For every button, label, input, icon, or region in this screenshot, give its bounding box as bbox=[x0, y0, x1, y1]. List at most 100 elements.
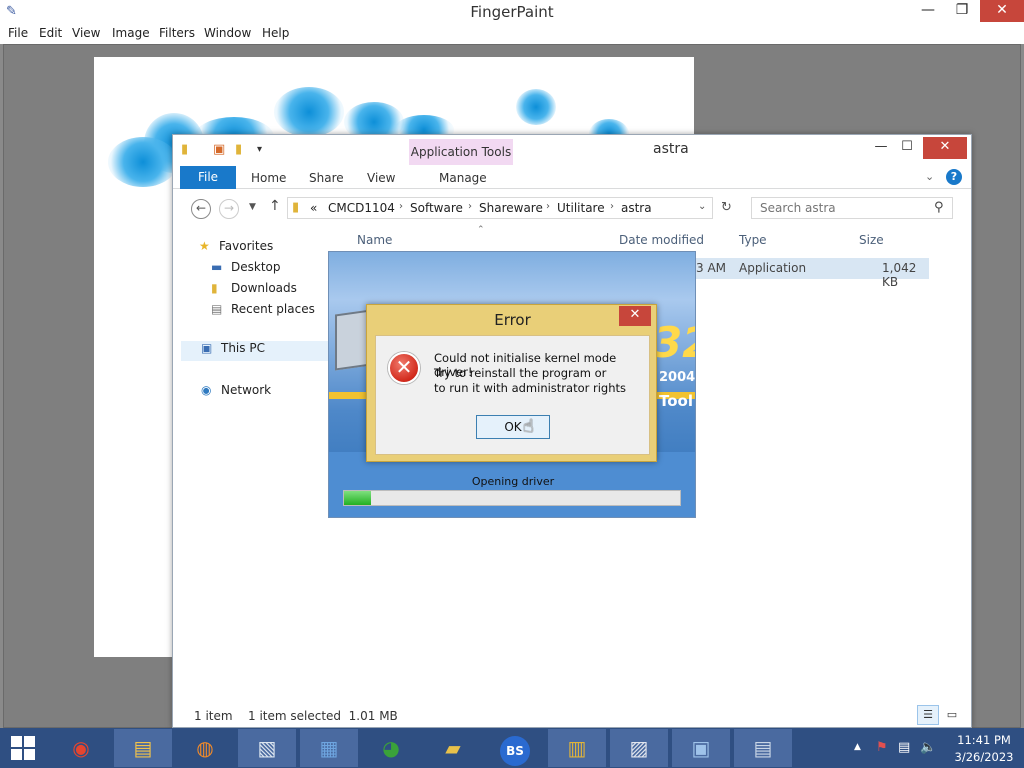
large-icons-view-button[interactable]: ▭ bbox=[941, 705, 963, 725]
paint-stroke bbox=[516, 89, 556, 125]
sidebar-item-favorites[interactable]: ★ Favorites bbox=[199, 239, 273, 259]
breadcrumb-item[interactable]: CMCD1104 bbox=[328, 201, 395, 215]
splash-status-text: Opening driver bbox=[471, 475, 555, 488]
menu-edit[interactable]: Edit bbox=[39, 26, 62, 40]
clock-date[interactable]: 3/26/2023 bbox=[952, 750, 1016, 764]
sidebar-item-label: Desktop bbox=[231, 260, 281, 274]
new-folder-icon[interactable]: ▮ bbox=[235, 142, 249, 157]
maximize-button[interactable]: ☐ bbox=[893, 137, 921, 159]
file-size: 1,042 KB bbox=[882, 261, 917, 289]
paint-app-icon[interactable]: ▧ bbox=[238, 729, 296, 767]
show-hidden-icons-icon[interactable]: ▲ bbox=[854, 742, 861, 752]
tab-manage[interactable]: Manage bbox=[439, 171, 487, 185]
chevron-right-icon[interactable]: › bbox=[546, 201, 550, 212]
sidebar-item-label: Favorites bbox=[219, 239, 274, 253]
breadcrumb-item[interactable]: Software bbox=[410, 201, 463, 215]
folder-icon: ▮ bbox=[292, 200, 300, 215]
remote-desktop-icon[interactable]: ▣ bbox=[672, 729, 730, 767]
chevron-down-icon[interactable]: ⌄ bbox=[698, 201, 706, 212]
menu-bar: File Edit View Image Filters Window Help bbox=[0, 24, 1024, 44]
breadcrumb-item[interactable]: astra bbox=[621, 201, 652, 215]
error-icon: ✕ bbox=[388, 352, 420, 384]
menu-image[interactable]: Image bbox=[112, 26, 150, 40]
sidebar-item-this-pc[interactable]: ▣ This PC bbox=[181, 341, 341, 361]
search-icon[interactable]: ⚲ bbox=[934, 200, 944, 215]
tab-share[interactable]: Share bbox=[309, 171, 344, 185]
volume-muted-icon[interactable]: 🔈 bbox=[920, 740, 936, 755]
up-arrow-icon[interactable]: ↑ bbox=[269, 198, 281, 214]
column-header-type[interactable]: Type bbox=[739, 233, 767, 247]
customize-toolbar-icon[interactable]: ▾ bbox=[257, 144, 271, 158]
menu-window[interactable]: Window bbox=[204, 26, 251, 40]
bs-app-icon[interactable]: BS bbox=[486, 729, 544, 767]
windows-logo-icon bbox=[24, 749, 35, 760]
menu-file[interactable]: File bbox=[8, 26, 28, 40]
clock-time[interactable]: 11:41 PM bbox=[952, 733, 1016, 747]
internet-explorer-icon[interactable]: ◕ bbox=[362, 729, 420, 767]
address-bar[interactable]: ▮ « CMCD1104 › Software › Shareware › Ut… bbox=[287, 197, 713, 219]
help-icon[interactable]: ? bbox=[946, 169, 962, 185]
breadcrumb-item[interactable]: Shareware bbox=[479, 201, 543, 215]
close-button[interactable]: ✕ bbox=[619, 306, 651, 326]
address-row: ← → ▼ ↑ ▮ « CMCD1104 › Software › Sharew… bbox=[173, 191, 971, 225]
ribbon-tabs: File Home Share View Manage ⌄ ? bbox=[173, 165, 971, 189]
close-button[interactable]: ✕ bbox=[923, 137, 967, 159]
ok-button[interactable]: OK bbox=[476, 415, 550, 439]
properties-icon[interactable]: ▣ bbox=[213, 142, 227, 157]
explorer-titlebar: ▮ ▣ ▮ ▾ Application Tools astra — ☐ ✕ bbox=[173, 135, 971, 165]
back-button[interactable]: ← bbox=[191, 199, 211, 219]
network-status-icon[interactable]: ▤ bbox=[898, 740, 910, 755]
tab-home[interactable]: Home bbox=[251, 171, 286, 185]
menu-view[interactable]: View bbox=[72, 26, 100, 40]
recent-locations-icon[interactable]: ▼ bbox=[249, 202, 256, 212]
file-explorer-icon[interactable]: ▤ bbox=[114, 729, 172, 767]
computer-icon: ▣ bbox=[201, 341, 213, 355]
sidebar-item-downloads[interactable]: ▮ Downloads bbox=[211, 281, 297, 301]
column-header-size[interactable]: Size bbox=[859, 233, 884, 247]
sidebar-item-label: Downloads bbox=[231, 281, 297, 295]
refresh-icon[interactable]: ↻ bbox=[721, 200, 732, 215]
windows-logo-icon bbox=[11, 736, 22, 747]
sidebar-item-network[interactable]: ◉ Network bbox=[201, 383, 271, 403]
breadcrumb-overflow[interactable]: « bbox=[310, 201, 317, 215]
paint-brush-app-icon[interactable]: ▨ bbox=[610, 729, 668, 767]
action-center-flag-icon[interactable]: ⚑ bbox=[876, 740, 888, 755]
column-header-name[interactable]: Name bbox=[357, 233, 392, 247]
windows-logo-icon bbox=[11, 749, 22, 760]
star-icon: ★ bbox=[199, 239, 210, 253]
paint-stroke bbox=[108, 137, 178, 187]
minimize-button[interactable]: — bbox=[867, 137, 895, 159]
chevron-right-icon[interactable]: › bbox=[468, 201, 472, 212]
chevron-down-icon[interactable]: ⌄ bbox=[925, 170, 934, 183]
column-headers: Name ⌃ Date modified Type Size bbox=[351, 225, 951, 251]
close-button[interactable]: ✕ bbox=[980, 0, 1024, 22]
tab-file[interactable]: File bbox=[180, 166, 236, 189]
sidebar-item-recent-places[interactable]: ▤ Recent places bbox=[211, 302, 315, 322]
forward-button[interactable]: → bbox=[219, 199, 239, 219]
control-panel-icon[interactable]: ▦ bbox=[300, 729, 358, 767]
search-input[interactable] bbox=[760, 201, 930, 215]
minimize-button[interactable]: — bbox=[914, 0, 942, 22]
firefox-icon[interactable]: ◍ bbox=[176, 729, 234, 767]
sidebar-item-desktop[interactable]: ▬ Desktop bbox=[211, 260, 281, 280]
search-box[interactable]: ⚲ bbox=[751, 197, 953, 219]
astra-app-icon[interactable]: ▤ bbox=[734, 729, 792, 767]
column-header-date[interactable]: Date modified bbox=[619, 233, 704, 247]
chrome-icon[interactable]: ◉ bbox=[52, 729, 110, 767]
start-button[interactable] bbox=[0, 728, 48, 768]
maximize-button[interactable]: ❐ bbox=[948, 0, 976, 22]
splash-logo-number: 32 bbox=[653, 318, 695, 367]
menu-filters[interactable]: Filters bbox=[159, 26, 195, 40]
network-app-icon[interactable]: ▰ bbox=[424, 729, 482, 767]
folder-icon: ▮ bbox=[181, 142, 189, 157]
menu-help[interactable]: Help bbox=[262, 26, 289, 40]
error-message-line: to run it with administrator rights bbox=[434, 381, 627, 395]
dialog-body: ✕ Could not initialise kernel mode drive… bbox=[375, 335, 650, 455]
archive-app-icon[interactable]: ▥ bbox=[548, 729, 606, 767]
chevron-right-icon[interactable]: › bbox=[399, 201, 403, 212]
chevron-right-icon[interactable]: › bbox=[610, 201, 614, 212]
details-view-button[interactable]: ☰ bbox=[917, 705, 939, 725]
breadcrumb-item[interactable]: Utilitare bbox=[557, 201, 605, 215]
system-tray: ▲ ⚑ ▤ 🔈 bbox=[848, 728, 948, 768]
tab-view[interactable]: View bbox=[367, 171, 395, 185]
